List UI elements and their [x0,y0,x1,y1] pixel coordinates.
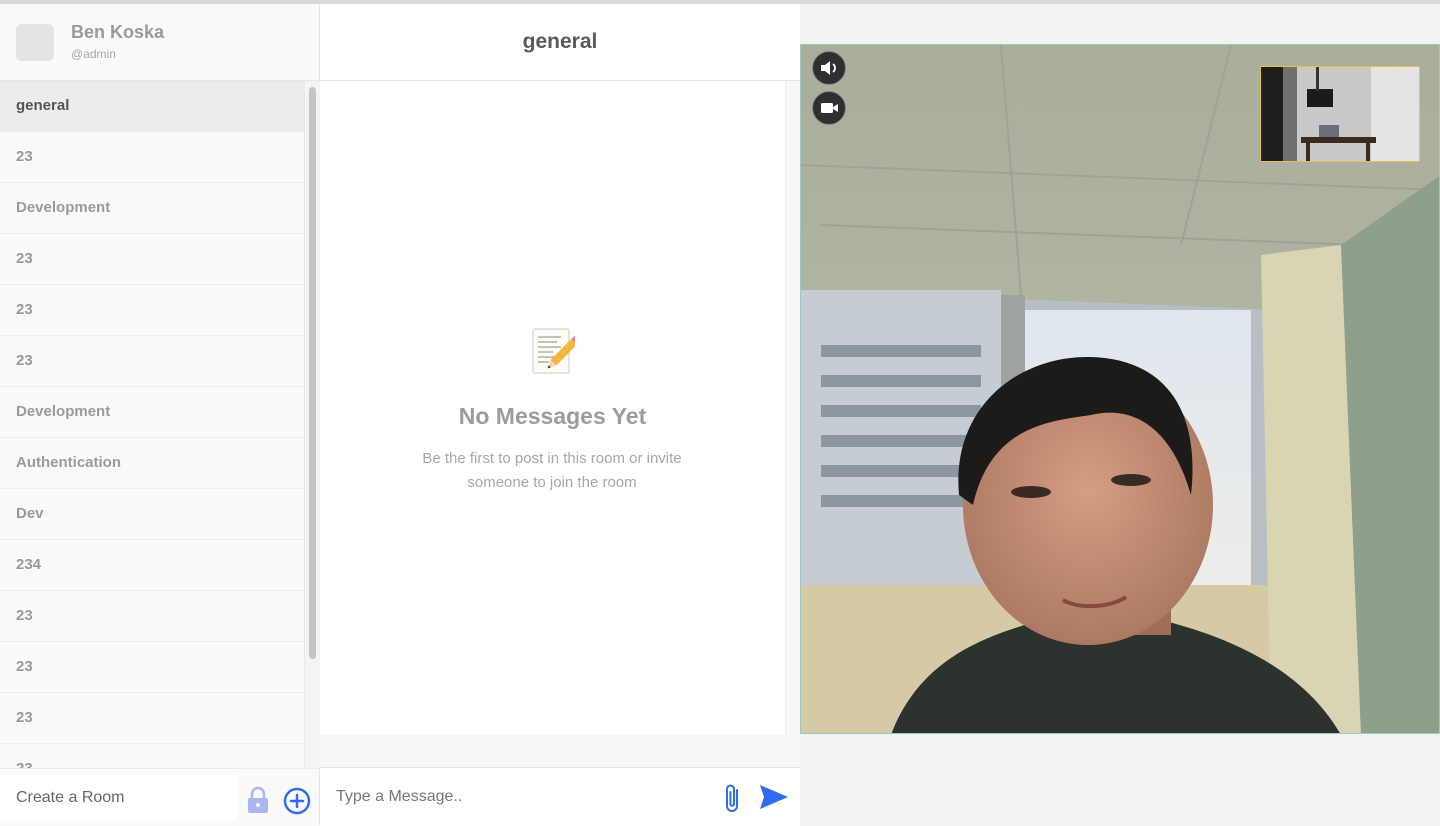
room-item[interactable]: 23 [0,132,304,183]
send-icon[interactable] [759,784,789,810]
room-item[interactable]: 23 [0,234,304,285]
room-item[interactable]: 23 [0,744,304,768]
local-video-preview[interactable] [1260,66,1420,162]
remote-video [800,44,1440,734]
room-item[interactable]: Dev [0,489,304,540]
video-call-area [800,4,1440,825]
empty-state-subtitle: Be the first to post in this room or inv… [422,450,682,491]
room-item[interactable]: 23 [0,591,304,642]
paperclip-icon[interactable] [721,782,745,814]
room-item[interactable]: 23 [0,285,304,336]
room-list: general 23 Development 23 23 23 Developm… [0,81,304,768]
memo-pencil-icon [532,328,575,374]
camera-icon [821,103,838,113]
local-video-feed [1261,67,1419,161]
create-room-input[interactable] [0,775,237,821]
room-item[interactable]: 23 [0,642,304,693]
room-item[interactable]: 234 [0,540,304,591]
room-item[interactable]: general [0,81,304,132]
camera-toggle-button[interactable] [812,91,846,125]
avatar[interactable] [16,24,54,61]
room-list-scrollbar[interactable] [304,81,320,768]
user-name: Ben Koska [71,22,165,42]
chat-header: general [320,4,800,81]
create-room-bar [0,768,319,826]
room-item[interactable]: Development [0,183,304,234]
chat-panel: general No Messages Yet Be the first to … [320,4,800,826]
lock-icon[interactable] [246,786,270,814]
room-item[interactable]: 23 [0,693,304,744]
message-input[interactable] [320,774,712,820]
room-item[interactable]: 23 [0,336,304,387]
sidebar: Ben Koska @admin general 23 Development … [0,4,320,826]
user-profile: Ben Koska @admin [0,4,319,81]
speaker-toggle-button[interactable] [812,51,846,85]
user-handle: @admin [71,47,116,61]
room-item[interactable]: Authentication [0,438,304,489]
room-item[interactable]: Development [0,387,304,438]
speaker-icon [821,61,836,75]
room-title: general [522,30,598,53]
scrollbar-thumb[interactable] [309,87,316,659]
message-composer [320,767,800,826]
message-list: No Messages Yet Be the first to post in … [320,81,786,735]
empty-state-title: No Messages Yet [458,403,647,429]
add-room-icon[interactable] [283,787,311,815]
